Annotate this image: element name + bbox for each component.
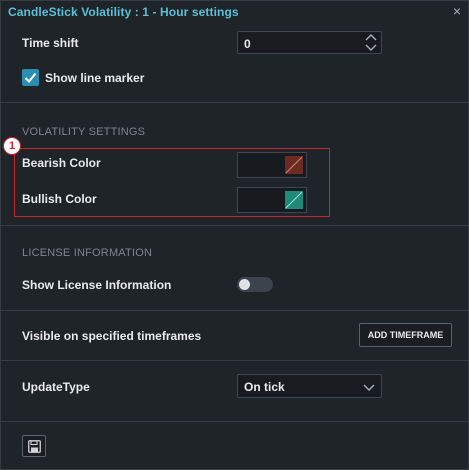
update-type-select[interactable]: On tick — [237, 374, 382, 398]
swatch-slash-icon — [285, 191, 303, 209]
close-icon[interactable]: × — [450, 4, 464, 18]
add-timeframe-button[interactable]: ADD TIMEFRAME — [359, 323, 452, 347]
divider — [1, 102, 468, 103]
chevron-down-icon — [363, 384, 375, 391]
bearish-color-label: Bearish Color — [22, 156, 101, 170]
toggle-knob — [239, 279, 250, 290]
time-shift-stepper[interactable]: 0 — [237, 31, 382, 54]
volatility-section-title: VOLATILITY SETTINGS — [22, 126, 146, 138]
checkmark-icon — [24, 72, 37, 83]
bearish-color-picker[interactable] — [237, 152, 307, 178]
divider — [1, 421, 468, 422]
time-shift-label: Time shift — [22, 36, 79, 50]
show-license-toggle[interactable] — [237, 277, 273, 292]
dialog-title: CandleStick Volatility : 1 - Hour settin… — [8, 5, 239, 19]
show-line-marker-label: Show line marker — [45, 71, 145, 85]
divider — [1, 310, 468, 311]
bullish-color-swatch — [285, 191, 303, 209]
bearish-color-swatch — [285, 156, 303, 174]
save-icon — [28, 440, 41, 453]
update-type-value: On tick — [244, 380, 285, 394]
title-bar: CandleStick Volatility : 1 - Hour settin… — [1, 1, 468, 23]
settings-dialog: CandleStick Volatility : 1 - Hour settin… — [0, 0, 469, 470]
bullish-color-label: Bullish Color — [22, 192, 97, 206]
stepper-arrows-icon[interactable] — [365, 33, 377, 52]
update-type-label: UpdateType — [22, 380, 90, 394]
timeframes-label: Visible on specified timeframes — [22, 329, 202, 343]
save-button[interactable] — [22, 435, 46, 457]
license-section-title: LICENSE INFORMATION — [22, 247, 153, 259]
show-line-marker-checkbox[interactable] — [22, 69, 39, 86]
swatch-slash-icon — [285, 156, 303, 174]
time-shift-value: 0 — [244, 37, 251, 51]
bullish-color-picker[interactable] — [237, 187, 307, 213]
show-license-label: Show License Information — [22, 278, 172, 292]
divider — [1, 360, 468, 361]
annotation-badge: 1 — [3, 137, 21, 155]
divider — [1, 225, 468, 226]
